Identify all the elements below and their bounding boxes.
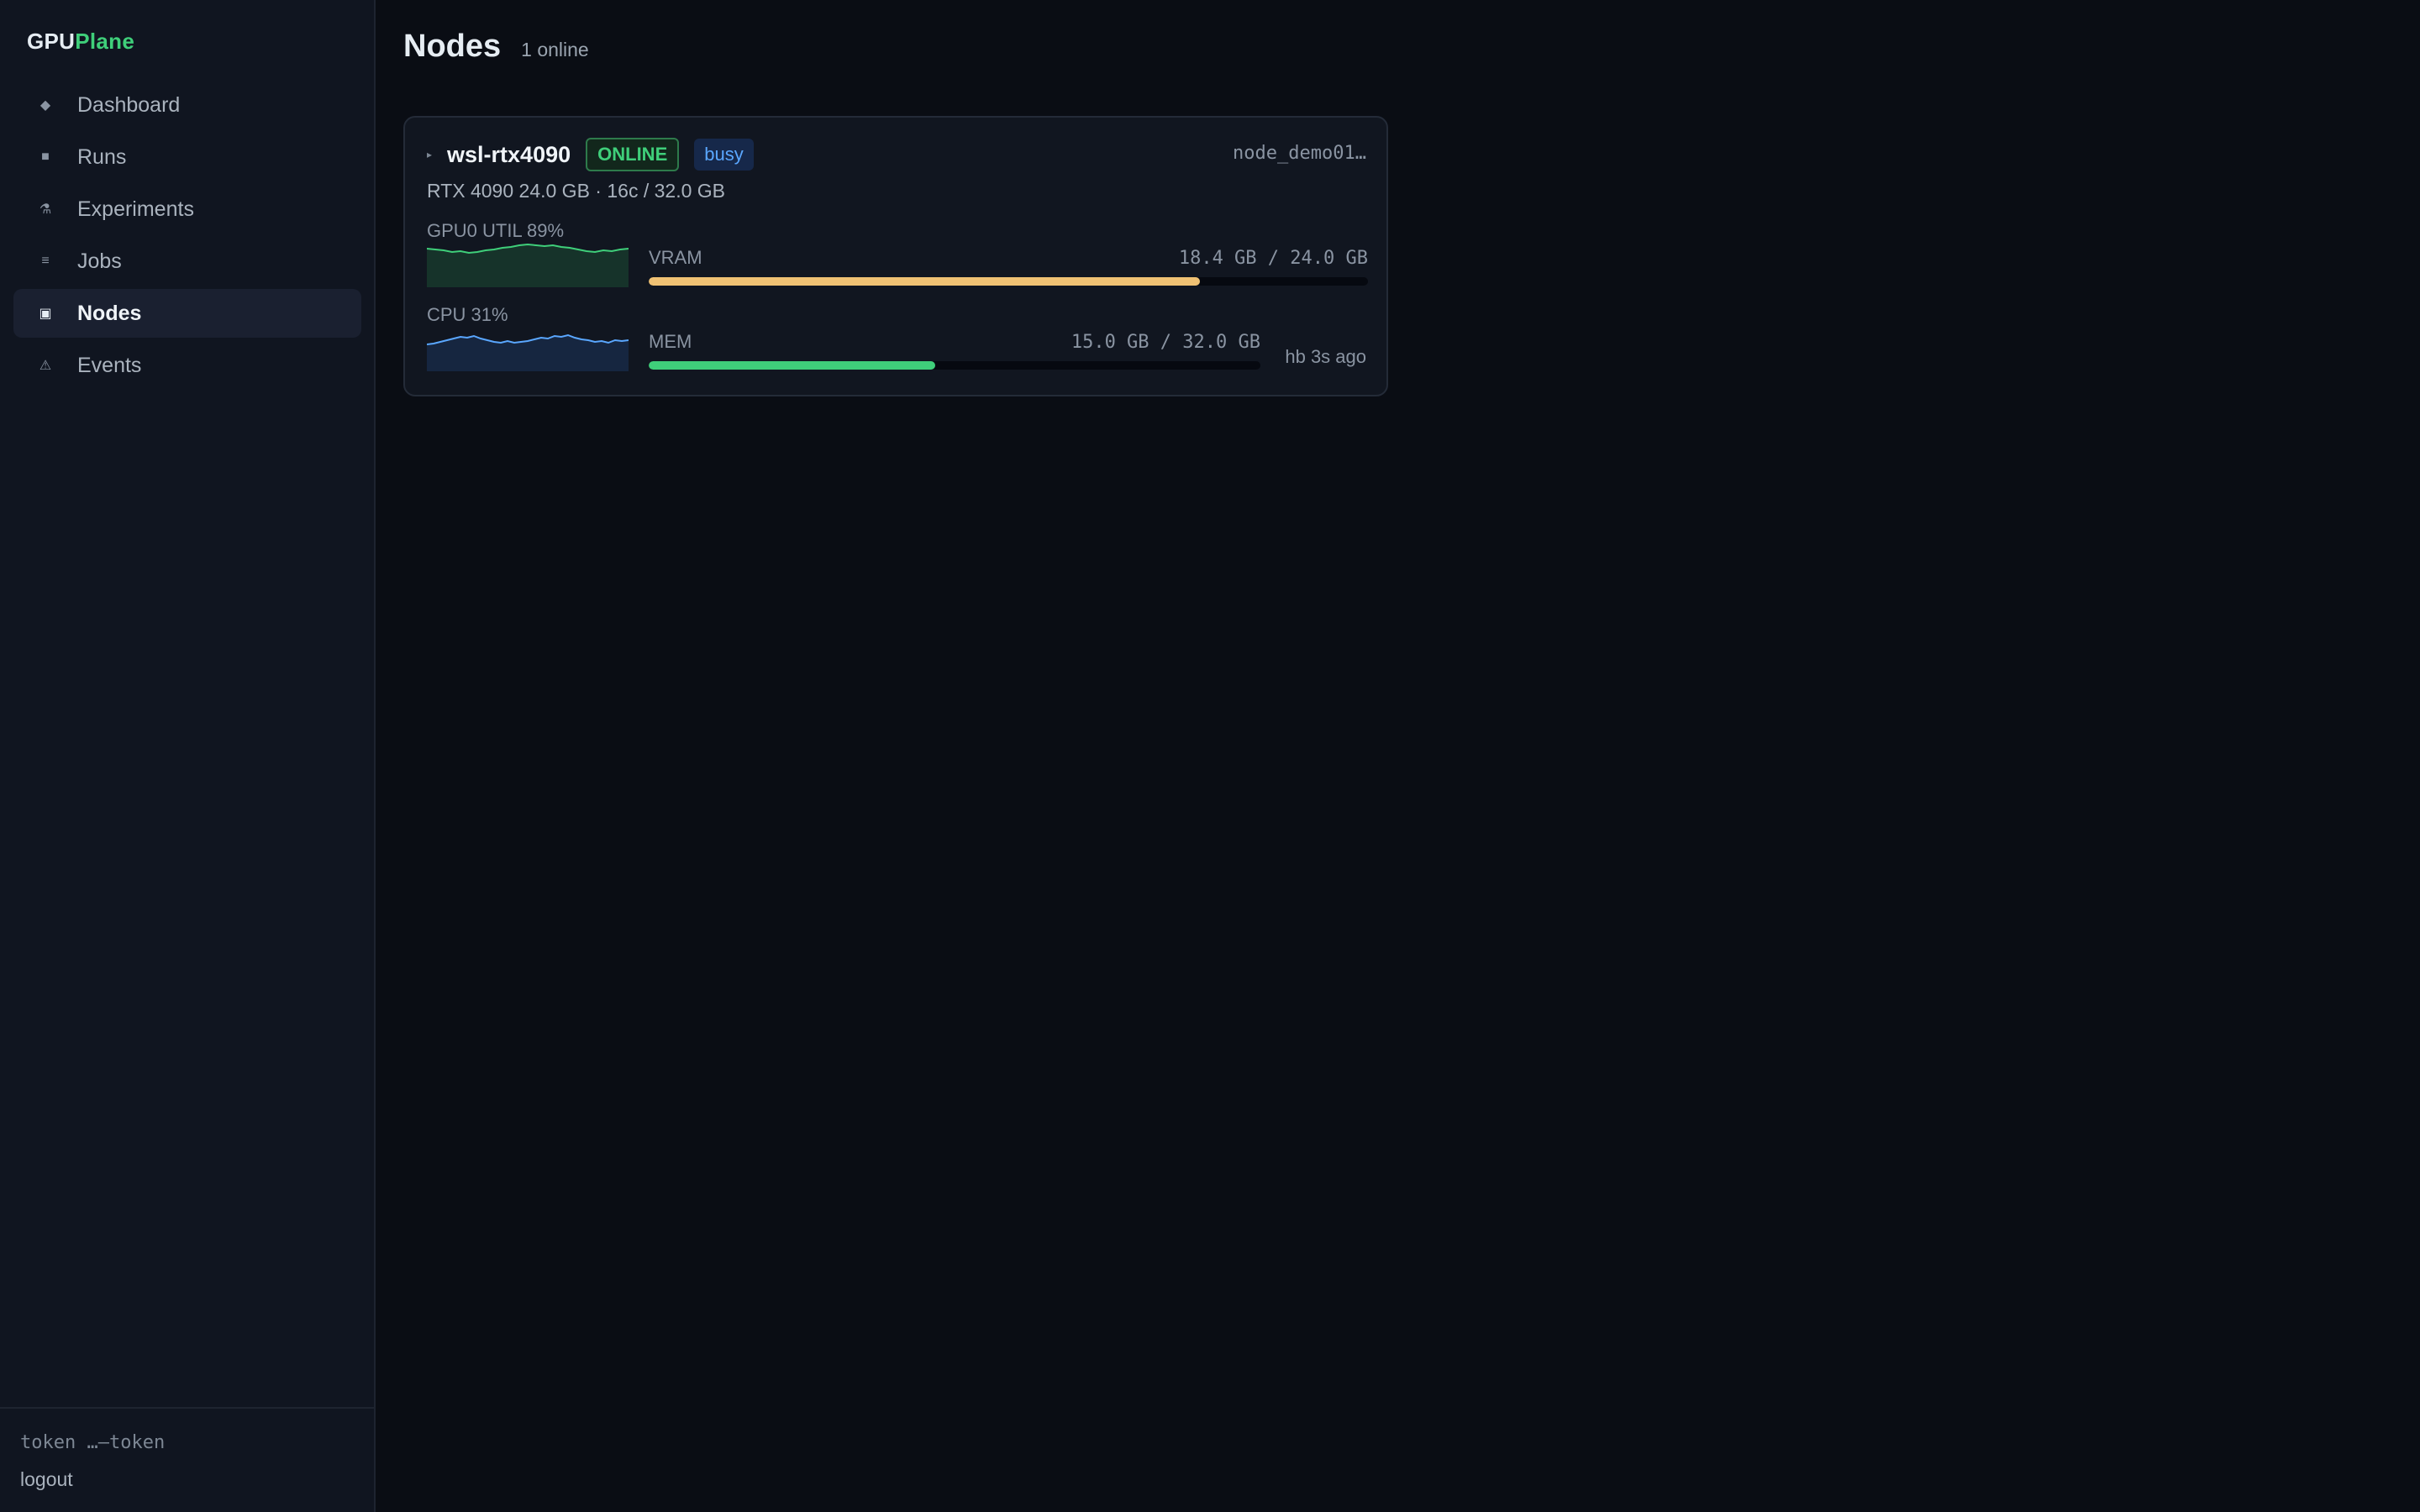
- page-header: Nodes 1 online: [403, 29, 589, 65]
- expand-icon[interactable]: ▸: [427, 149, 432, 160]
- warning-icon: ⚠: [39, 359, 52, 373]
- mem-bar-track: [649, 361, 1260, 370]
- sidebar-item-label: Experiments: [77, 197, 194, 221]
- status-badge: ONLINE: [586, 138, 680, 171]
- sidebar-item-runs[interactable]: ■ Runs: [13, 133, 361, 181]
- token-display: token …—token: [20, 1432, 166, 1453]
- sidebar-item-nodes[interactable]: ▣ Nodes: [13, 289, 361, 338]
- sidebar-item-jobs[interactable]: ≡ Jobs: [13, 237, 361, 286]
- sidebar-item-dashboard[interactable]: ◆ Dashboard: [13, 81, 361, 129]
- brand-logo[interactable]: GPUPlane: [27, 29, 134, 55]
- vram-meter-head: VRAM 18.4 GB / 24.0 GB: [649, 247, 1368, 269]
- sidebar-footer: token …—token logout: [0, 1407, 374, 1512]
- heartbeat-status: hb 3s ago: [1285, 346, 1366, 367]
- state-badge: busy: [694, 139, 754, 171]
- list-icon: ≡: [41, 254, 50, 268]
- cpu-util-label: CPU 31%: [427, 304, 508, 325]
- brand-part-plane: Plane: [75, 29, 135, 54]
- node-card-header: ▸ wsl-rtx4090 ONLINE busy: [427, 138, 754, 171]
- node-specs: RTX 4090 24.0 GB · 16c / 32.0 GB: [427, 180, 725, 202]
- node-name[interactable]: wsl-rtx4090: [447, 142, 571, 168]
- online-count: 1 online: [521, 39, 589, 60]
- mem-bar-fill: [649, 361, 936, 370]
- sidebar-item-label: Dashboard: [77, 92, 181, 117]
- node-icon: ▣: [39, 307, 52, 321]
- sidebar-item-experiments[interactable]: ⚗ Experiments: [13, 185, 361, 234]
- sidebar-item-events[interactable]: ⚠ Events: [13, 341, 361, 390]
- sidebar-item-label: Runs: [77, 144, 127, 169]
- brand-part-gpu: GPU: [27, 29, 76, 54]
- square-icon: ■: [41, 150, 50, 164]
- vram-value: 18.4 GB / 24.0 GB: [1178, 248, 1368, 269]
- sidebar-nav: ◆ Dashboard ■ Runs ⚗ Experiments ≡ Jobs …: [13, 81, 361, 393]
- node-id: node_demo01…: [1233, 143, 1366, 164]
- app-root: GPUPlane ◆ Dashboard ■ Runs ⚗ Experiment…: [0, 0, 2420, 1512]
- sidebar-item-label: Jobs: [77, 249, 122, 273]
- gpu-util-sparkline: [427, 244, 629, 287]
- vram-bar-fill: [649, 277, 1201, 286]
- mem-label: MEM: [649, 331, 692, 352]
- main-content: Nodes 1 online ▸ wsl-rtx4090 ONLINE busy…: [376, 0, 2420, 1512]
- sidebar-item-label: Events: [77, 353, 142, 377]
- mem-value: 15.0 GB / 32.0 GB: [1071, 332, 1260, 353]
- node-card[interactable]: ▸ wsl-rtx4090 ONLINE busy node_demo01… R…: [403, 116, 1388, 396]
- gpu-util-label: GPU0 UTIL 89%: [427, 220, 565, 241]
- cpu-util-sparkline: [427, 333, 629, 371]
- mem-meter: MEM 15.0 GB / 32.0 GB: [649, 331, 1260, 370]
- sidebar: GPUPlane ◆ Dashboard ■ Runs ⚗ Experiment…: [0, 0, 376, 1512]
- flask-icon: ⚗: [39, 202, 52, 217]
- vram-bar-track: [649, 277, 1368, 286]
- logout-link[interactable]: logout: [20, 1468, 354, 1491]
- diamond-icon: ◆: [39, 98, 51, 113]
- sidebar-item-label: Nodes: [77, 301, 142, 325]
- page-title: Nodes: [403, 29, 502, 64]
- vram-meter: VRAM 18.4 GB / 24.0 GB: [649, 247, 1368, 286]
- mem-meter-head: MEM 15.0 GB / 32.0 GB: [649, 331, 1260, 353]
- vram-label: VRAM: [649, 247, 702, 268]
